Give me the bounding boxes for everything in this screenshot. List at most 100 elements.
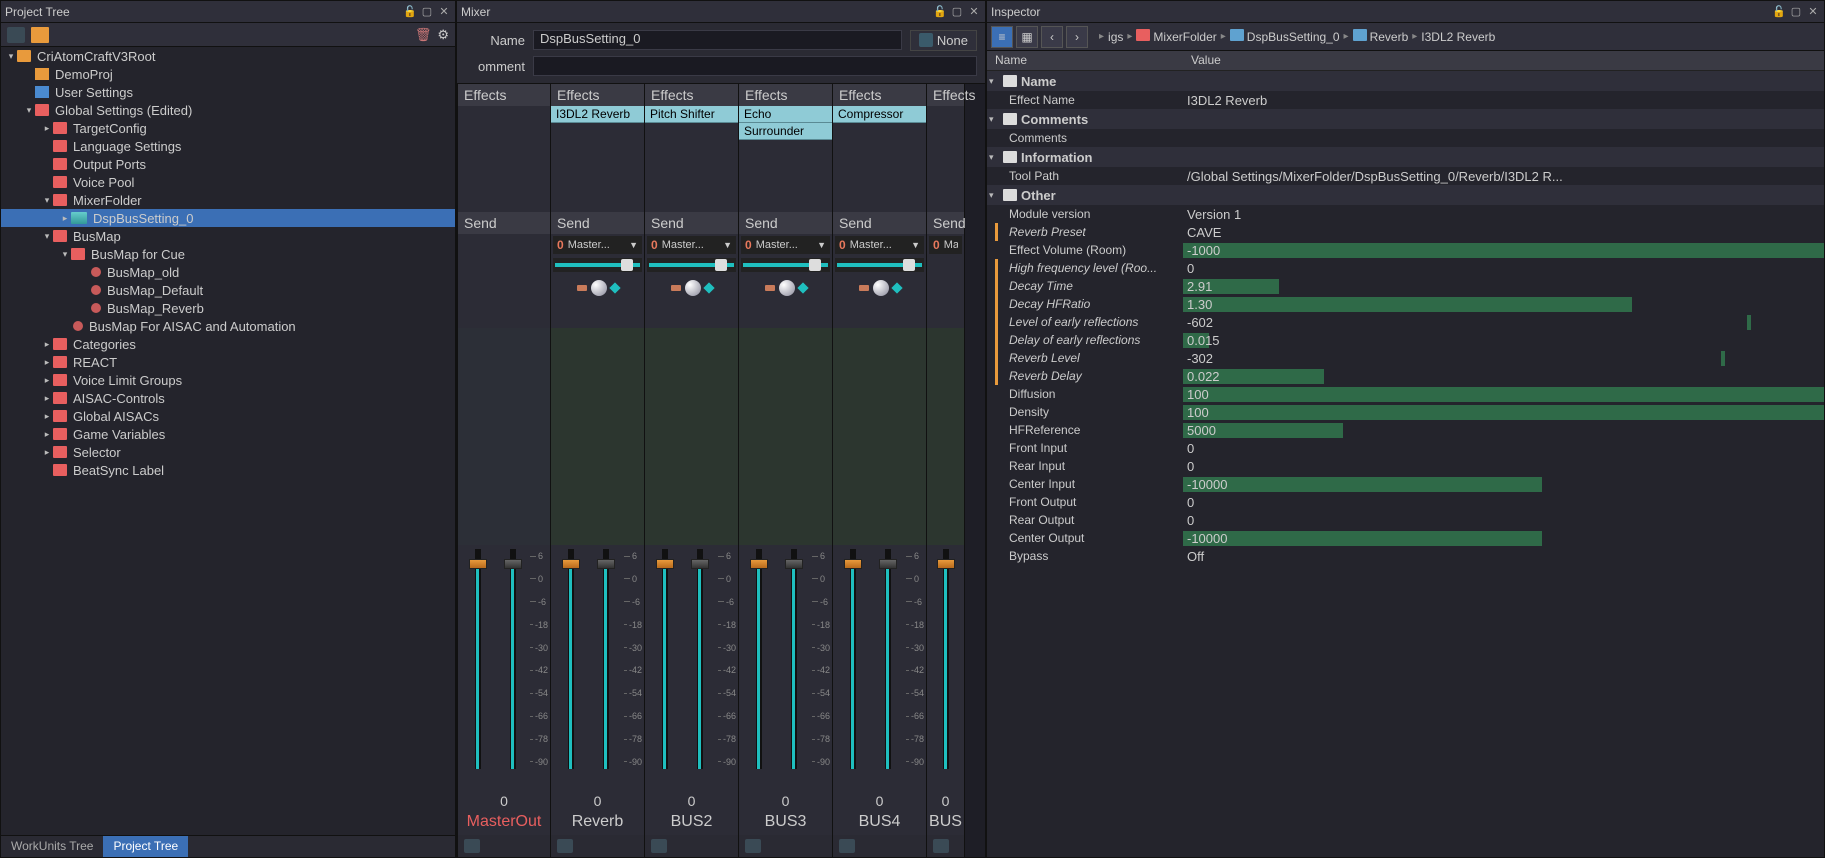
effects-slot[interactable]: EchoSurrounder — [739, 106, 832, 212]
breadcrumb-item[interactable]: DspBusSetting_0 — [1230, 29, 1340, 44]
tree-item[interactable]: BeatSync Label — [1, 461, 455, 479]
property-value[interactable]: 0.015 — [1183, 333, 1824, 348]
property-value[interactable]: -602 — [1183, 315, 1824, 330]
gear-icon[interactable]: ⚙ — [437, 27, 449, 43]
expand-icon[interactable]: ▾ — [59, 249, 71, 260]
tree-item[interactable]: Voice Pool — [1, 173, 455, 191]
inspector-group-header[interactable]: ▾Name — [987, 71, 1824, 91]
effect-item[interactable]: Echo — [739, 106, 832, 123]
tree-item[interactable]: BusMap_Reverb — [1, 299, 455, 317]
send-target-select[interactable]: 0Master...▼ — [647, 236, 736, 254]
property-value[interactable]: 0.022 — [1183, 369, 1824, 384]
effect-item[interactable]: Pitch Shifter — [645, 106, 738, 123]
property-row[interactable]: Reverb PresetCAVE — [987, 223, 1824, 241]
tree-item[interactable]: ▸REACT — [1, 353, 455, 371]
property-value[interactable]: -1000 — [1183, 243, 1824, 258]
channel-name[interactable]: MasterOut — [458, 811, 550, 835]
close-icon[interactable]: ✕ — [1806, 5, 1820, 19]
property-row[interactable]: Reverb Delay0.022 — [987, 367, 1824, 385]
effects-slot[interactable] — [927, 106, 964, 212]
inspector-group-header[interactable]: ▾Information — [987, 147, 1824, 167]
property-value[interactable]: 0 — [1183, 513, 1824, 528]
tree-item[interactable]: BusMap_Default — [1, 281, 455, 299]
inspector-group-header[interactable]: ▾Other — [987, 185, 1824, 205]
send-level-slider[interactable] — [647, 258, 736, 272]
nav-fwd-button[interactable]: › — [1066, 26, 1088, 48]
trash-icon[interactable]: 🗑 — [415, 27, 432, 43]
tree-item[interactable]: ▸DspBusSetting_0 — [1, 209, 455, 227]
property-row[interactable]: Level of early reflections-602 — [987, 313, 1824, 331]
expand-icon[interactable]: ▸ — [41, 357, 53, 368]
property-row[interactable]: Comments — [987, 129, 1824, 147]
send-target-select[interactable]: 0Ma — [929, 236, 962, 254]
property-row[interactable]: Effect NameI3DL2 Reverb — [987, 91, 1824, 109]
inspector-group-header[interactable]: ▾Comments — [987, 109, 1824, 129]
effect-item[interactable]: I3DL2 Reverb — [551, 106, 644, 123]
property-row[interactable]: Diffusion100 — [987, 385, 1824, 403]
effect-item[interactable]: Surrounder — [739, 123, 832, 140]
expand-icon[interactable]: ▾ — [5, 51, 17, 62]
expand-icon[interactable]: ▸ — [41, 375, 53, 386]
send-level-slider[interactable] — [553, 258, 642, 272]
fader-slider[interactable] — [929, 549, 962, 793]
property-value[interactable]: /Global Settings/MixerFolder/DspBusSetti… — [1183, 169, 1824, 184]
tree-item[interactable]: ▾BusMap — [1, 227, 455, 245]
tree-item[interactable]: ▸Game Variables — [1, 425, 455, 443]
property-row[interactable]: Front Input0 — [987, 439, 1824, 457]
breadcrumb-item[interactable]: igs — [1108, 30, 1123, 44]
tree-item[interactable]: ▾BusMap for Cue — [1, 245, 455, 263]
expand-icon[interactable]: ▸ — [41, 447, 53, 458]
property-value[interactable]: 5000 — [1183, 423, 1824, 438]
close-icon[interactable]: ✕ — [967, 5, 981, 19]
property-row[interactable]: Density100 — [987, 403, 1824, 421]
property-value[interactable]: 2.91 — [1183, 279, 1824, 294]
expand-icon[interactable]: ▾ — [41, 231, 53, 242]
send-pan-control[interactable] — [553, 276, 642, 300]
tree-tab[interactable]: WorkUnits Tree — [1, 836, 103, 857]
property-row[interactable]: Decay HFRatio1.30 — [987, 295, 1824, 313]
restore-icon[interactable]: ▢ — [950, 5, 964, 19]
fader-slider[interactable] — [835, 549, 871, 793]
close-icon[interactable]: ✕ — [437, 5, 451, 19]
restore-icon[interactable]: ▢ — [1789, 5, 1803, 19]
send-level-slider[interactable] — [835, 258, 924, 272]
tree-item[interactable]: DemoProj — [1, 65, 455, 83]
nav-back-button[interactable]: ‹ — [1041, 26, 1063, 48]
expand-icon[interactable]: ▸ — [41, 393, 53, 404]
property-value[interactable]: -10000 — [1183, 477, 1824, 492]
property-row[interactable]: Rear Output0 — [987, 511, 1824, 529]
effects-slot[interactable] — [458, 106, 550, 212]
view-list-button[interactable]: ≡ — [991, 26, 1013, 48]
property-value[interactable]: 0 — [1183, 459, 1824, 474]
property-row[interactable]: Center Output-10000 — [987, 529, 1824, 547]
breadcrumb-item[interactable]: Reverb — [1353, 29, 1409, 44]
tree-item[interactable]: User Settings — [1, 83, 455, 101]
property-value[interactable]: 0 — [1183, 441, 1824, 456]
breadcrumb-item[interactable]: MixerFolder — [1136, 29, 1216, 44]
expand-icon[interactable]: ▸ — [41, 411, 53, 422]
property-row[interactable]: Rear Input0 — [987, 457, 1824, 475]
property-value[interactable]: 1.30 — [1183, 297, 1824, 312]
snapshot-icon[interactable] — [933, 839, 949, 853]
expand-icon[interactable]: ▸ — [41, 429, 53, 440]
camera-icon[interactable] — [7, 27, 25, 43]
folder-open-icon[interactable] — [31, 27, 49, 43]
pin-icon[interactable]: 🔓 — [403, 5, 417, 19]
send-pan-control[interactable] — [835, 276, 924, 300]
send-target-select[interactable]: 0Master...▼ — [553, 236, 642, 254]
project-tree[interactable]: ▾CriAtomCraftV3RootDemoProjUser Settings… — [1, 47, 455, 835]
breadcrumb-item[interactable]: I3DL2 Reverb — [1421, 30, 1495, 44]
tree-item[interactable]: ▸TargetConfig — [1, 119, 455, 137]
tree-item[interactable]: ▾MixerFolder — [1, 191, 455, 209]
property-row[interactable]: Tool Path/Global Settings/MixerFolder/Ds… — [987, 167, 1824, 185]
mixer-snapshot-none[interactable]: None — [910, 30, 977, 51]
view-grid-button[interactable]: ▦ — [1016, 26, 1038, 48]
tree-item[interactable]: BusMap For AISAC and Automation — [1, 317, 455, 335]
expand-icon[interactable]: ▸ — [41, 123, 53, 134]
property-row[interactable]: Reverb Level-302 — [987, 349, 1824, 367]
property-value[interactable]: -302 — [1183, 351, 1824, 366]
send-target-select[interactable]: 0Master...▼ — [741, 236, 830, 254]
pin-icon[interactable]: 🔓 — [1772, 5, 1786, 19]
property-row[interactable]: Front Output0 — [987, 493, 1824, 511]
tree-item[interactable]: BusMap_old — [1, 263, 455, 281]
